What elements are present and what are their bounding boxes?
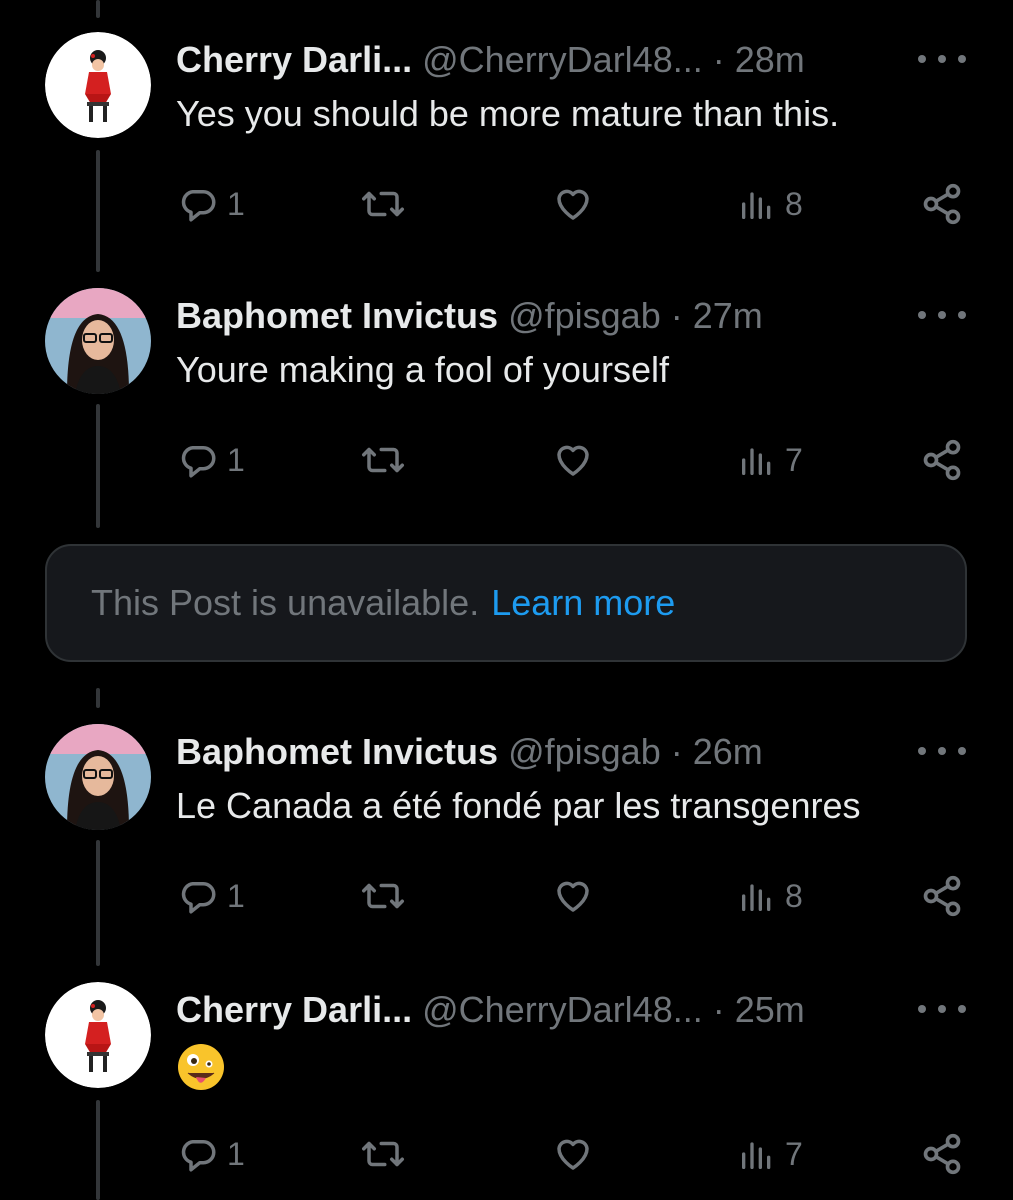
like-button[interactable] (552, 436, 594, 484)
baphomet-avatar-icon (45, 724, 151, 830)
repost-button[interactable] (360, 872, 406, 920)
views-icon (742, 884, 771, 911)
unavailable-message: This Post is unavailable. (91, 582, 480, 623)
cherry-avatar-icon (45, 32, 151, 138)
views-icon (742, 1142, 771, 1169)
thread-line (96, 688, 100, 708)
reply-icon (181, 446, 216, 478)
display-name[interactable]: Cherry Darli... (176, 39, 412, 80)
like-icon (557, 881, 589, 912)
zany-face-emoji-icon (178, 1044, 224, 1090)
share-button[interactable] (920, 436, 964, 484)
share-icon (923, 183, 961, 225)
share-button[interactable] (920, 180, 964, 228)
share-icon (923, 1133, 961, 1175)
display-name[interactable]: Cherry Darli... (176, 989, 412, 1030)
tweet-header: Cherry Darli... @CherryDarl48... · 25m (176, 988, 805, 1032)
repost-button[interactable] (360, 1130, 406, 1178)
avatar[interactable] (45, 288, 151, 394)
share-button[interactable] (920, 1130, 964, 1178)
reply-count: 1 (227, 877, 245, 914)
views-button[interactable]: 8 (737, 872, 803, 920)
display-name[interactable]: Baphomet Invictus (176, 295, 498, 336)
more-icon[interactable] (918, 736, 966, 766)
tweet-actions: 1 7 (0, 1130, 1013, 1178)
views-count: 8 (785, 185, 803, 222)
more-icon[interactable] (918, 300, 966, 330)
views-icon (742, 448, 771, 475)
repost-icon (362, 1141, 404, 1167)
more-icon[interactable] (918, 44, 966, 74)
views-button[interactable]: 7 (737, 1130, 803, 1178)
repost-button[interactable] (360, 180, 406, 228)
reply-icon (181, 190, 216, 222)
share-icon (923, 439, 961, 481)
timestamp[interactable]: · 28m (713, 39, 805, 80)
reply-button[interactable]: 1 (177, 872, 245, 920)
user-handle[interactable]: @CherryDarl48... (422, 989, 703, 1030)
views-count: 7 (785, 441, 803, 478)
repost-icon (362, 883, 404, 909)
thread-line (96, 0, 100, 18)
tweet-text: Yes you should be more mature than this. (176, 93, 840, 134)
like-icon (557, 189, 589, 220)
tweet-text: Le Canada a été fondé par les transgenre… (176, 785, 861, 826)
repost-button[interactable] (360, 436, 406, 484)
tweet-header: Cherry Darli... @CherryDarl48... · 28m (176, 38, 805, 82)
reply-icon (181, 1140, 216, 1172)
reply-button[interactable]: 1 (177, 436, 245, 484)
timestamp[interactable]: · 27m (671, 295, 763, 336)
more-icon[interactable] (918, 994, 966, 1024)
reply-icon (181, 882, 216, 914)
reply-count: 1 (227, 185, 245, 222)
user-handle[interactable]: @fpisgab (508, 295, 661, 336)
display-name[interactable]: Baphomet Invictus (176, 731, 498, 772)
tweet-actions: 1 8 (0, 180, 1013, 228)
conversation-thread: Cherry Darli... @CherryDarl48... · 28m Y… (0, 0, 1013, 1200)
reply-button[interactable]: 1 (177, 1130, 245, 1178)
like-button[interactable] (552, 1130, 594, 1178)
views-count: 7 (785, 1135, 803, 1172)
user-handle[interactable]: @CherryDarl48... (422, 39, 703, 80)
reply-count: 1 (227, 441, 245, 478)
tweet-text: Youre making a fool of yourself (176, 349, 669, 390)
like-icon (557, 445, 589, 476)
unavailable-post-notice: This Post is unavailable. Learn more (45, 544, 967, 662)
share-button[interactable] (920, 872, 964, 920)
views-icon (742, 192, 771, 219)
avatar[interactable] (45, 724, 151, 830)
like-button[interactable] (552, 180, 594, 228)
like-icon (557, 1139, 589, 1170)
tweet-actions: 1 8 (0, 872, 1013, 920)
share-icon (923, 875, 961, 917)
baphomet-avatar-icon (45, 288, 151, 394)
avatar[interactable] (45, 982, 151, 1088)
timestamp[interactable]: · 25m (713, 989, 805, 1030)
views-count: 8 (785, 877, 803, 914)
tweet-actions: 1 7 (0, 436, 1013, 484)
reply-button[interactable]: 1 (177, 180, 245, 228)
timestamp[interactable]: · 26m (671, 731, 763, 772)
learn-more-link[interactable]: Learn more (491, 582, 675, 624)
avatar[interactable] (45, 32, 151, 138)
cherry-avatar-icon (45, 982, 151, 1088)
views-button[interactable]: 7 (737, 436, 803, 484)
like-button[interactable] (552, 872, 594, 920)
reply-count: 1 (227, 1135, 245, 1172)
tweet-header: Baphomet Invictus @fpisgab · 27m (176, 294, 763, 338)
user-handle[interactable]: @fpisgab (508, 731, 661, 772)
repost-icon (362, 447, 404, 473)
tweet-header: Baphomet Invictus @fpisgab · 26m (176, 730, 763, 774)
repost-icon (362, 191, 404, 217)
views-button[interactable]: 8 (737, 180, 803, 228)
